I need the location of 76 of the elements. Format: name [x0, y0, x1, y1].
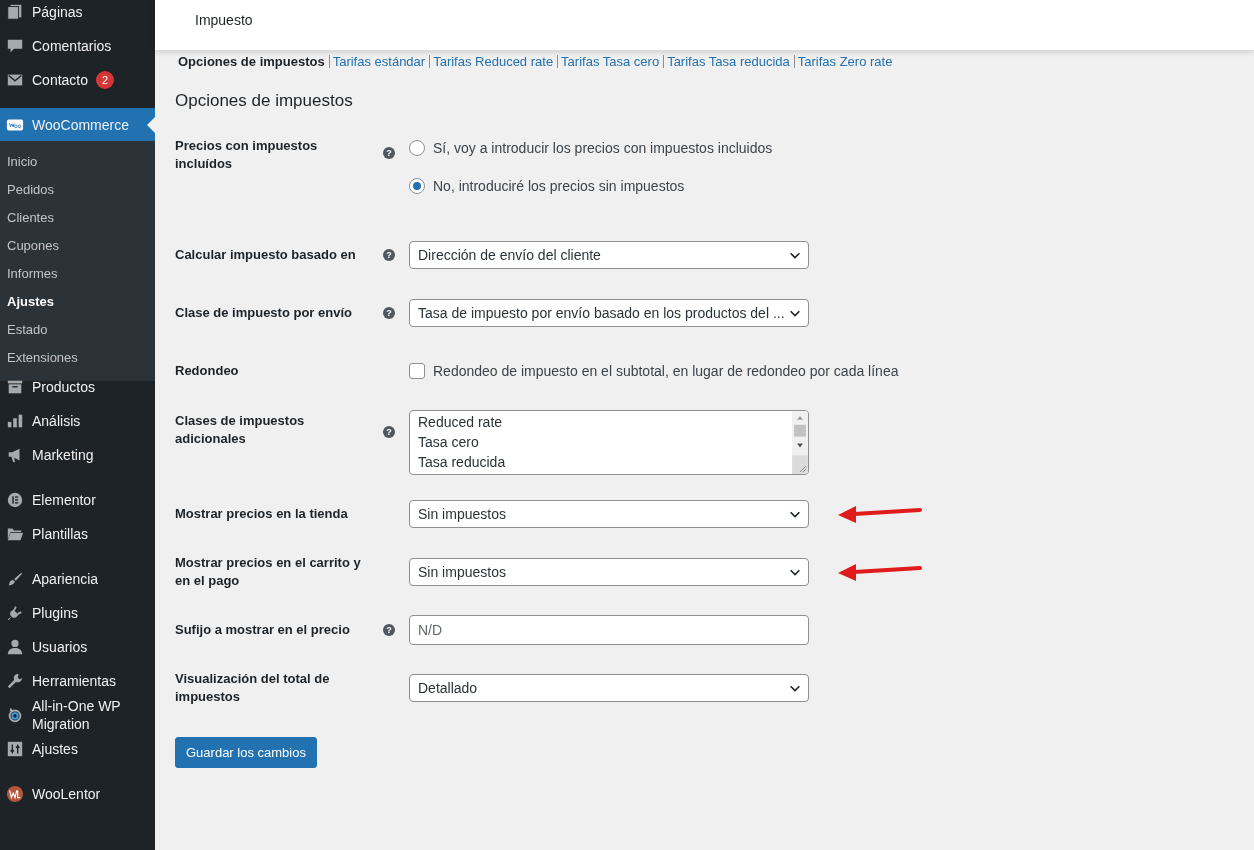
option-label: Redondeo de impuesto en el subtotal, en lugar de redondeo por cada línea	[433, 363, 899, 379]
list-option[interactable]: Tasa cero	[418, 432, 506, 452]
menu-item[interactable]: WooLentor	[0, 777, 155, 811]
archive-box-icon	[6, 378, 24, 396]
field-label: Mostrar precios en el carrito y en el pago	[175, 554, 362, 590]
dropdown[interactable]: Sin impuestos	[409, 500, 809, 528]
submenu-item[interactable]: Clientes	[0, 204, 155, 232]
multiselect-box[interactable]: Reduced rate Tasa cero Tasa reducida	[409, 410, 809, 475]
subtab-link[interactable]: Tarifas Reduced rate	[429, 55, 554, 68]
checkbox[interactable]	[409, 363, 425, 379]
submenu-item[interactable]: Extensiones	[0, 344, 155, 372]
menu-item[interactable]: Usuarios	[0, 630, 155, 664]
subtab-link[interactable]: Tarifas estándar	[328, 55, 426, 68]
subtab-link[interactable]: Tarifas Zero rate	[793, 55, 893, 68]
user-icon	[6, 638, 24, 656]
menu-item[interactable]: Páginas	[0, 0, 155, 29]
field-label: Clase de impuesto por envío	[175, 304, 353, 322]
menu-item[interactable]: Productos	[0, 370, 155, 404]
subtab-link[interactable]: Opciones de impuestos	[178, 54, 325, 69]
menu-item[interactable]: All-in-One WP Migration	[0, 698, 155, 732]
submenu-item[interactable]: Informes	[0, 260, 155, 288]
menu-item[interactable]: Plantillas	[0, 517, 155, 551]
sliders-icon	[6, 740, 24, 758]
bar-chart-icon	[6, 412, 24, 430]
menu-item[interactable]: Plugins	[0, 596, 155, 630]
paintbrush-icon	[6, 570, 24, 588]
scrollbar-drawing	[792, 411, 808, 474]
subtab-link[interactable]: Tarifas Tasa cero	[557, 55, 660, 68]
submenu-item[interactable]: Ajustes	[0, 288, 155, 316]
submenu-item[interactable]: Estado	[0, 316, 155, 344]
help-icon[interactable]: ?	[383, 307, 395, 319]
text-field[interactable]: N/D	[409, 615, 809, 645]
dropdown[interactable]: Detallado	[409, 674, 809, 702]
dropdown[interactable]: Dirección de envío del cliente	[409, 241, 809, 269]
submenu-item[interactable]: Pedidos	[0, 176, 155, 204]
section-title: Opciones de impuestos	[175, 91, 354, 111]
wrench-icon	[6, 672, 24, 690]
field-label: Sufijo a mostrar en el precio	[175, 621, 351, 639]
menu-item[interactable]: Apariencia	[0, 562, 155, 596]
menu-pointer-icon	[147, 117, 155, 133]
menu-item[interactable]: Elementor	[0, 483, 155, 517]
help-icon[interactable]: ?	[383, 147, 395, 159]
field-label: Calcular impuesto basado en	[175, 246, 357, 264]
dropdown[interactable]: Sin impuestos	[409, 558, 809, 586]
plug-icon	[6, 604, 24, 622]
option-label: No, introduciré los precios sin impuestos	[433, 178, 685, 194]
menu-item[interactable]: Análisis	[0, 404, 155, 438]
menu-item[interactable]: Herramientas	[0, 664, 155, 698]
help-icon[interactable]: ?	[383, 426, 395, 438]
elementor-logo-icon	[6, 491, 24, 509]
menu-item[interactable]: Contacto 2	[0, 63, 155, 97]
radio-button[interactable]	[409, 140, 425, 156]
field-label: Mostrar precios en la tienda	[175, 505, 349, 523]
menu-item[interactable]: WooCommerce	[0, 108, 155, 141]
notification-badge: 2	[96, 71, 115, 89]
pages-icon	[6, 3, 24, 21]
field-label: Redondeo	[175, 362, 240, 380]
save-button[interactable]: Guardar los cambios	[175, 737, 317, 768]
field-label: Visualización del total de impuestos	[175, 670, 331, 706]
woolentor-logo-icon	[6, 785, 24, 803]
menu-item[interactable]: Ajustes	[0, 732, 155, 766]
option-label: Sí, voy a introducir los precios con impuestos incluidos	[433, 140, 773, 156]
page-title: Impuesto	[195, 12, 253, 28]
menu-item[interactable]: Comentarios	[0, 29, 155, 63]
menu-item[interactable]: Marketing	[0, 438, 155, 472]
help-icon[interactable]: ?	[383, 624, 395, 636]
submenu-item[interactable]: Inicio	[0, 148, 155, 176]
field-label: Clases de impuestos adicionales	[175, 412, 306, 448]
subtab-link[interactable]: Tarifas Tasa reducida	[663, 55, 790, 68]
dropdown[interactable]: Tasa de impuesto por envío basado en los productos del ...	[409, 299, 809, 327]
list-option[interactable]: Tasa reducida	[418, 452, 506, 472]
field-label: Precios con impuestos incluídos	[175, 137, 319, 173]
help-icon[interactable]: ?	[383, 249, 395, 261]
list-option[interactable]: Reduced rate	[418, 412, 506, 432]
submenu-item[interactable]: Cupones	[0, 232, 155, 260]
radio-button[interactable]	[409, 178, 425, 194]
